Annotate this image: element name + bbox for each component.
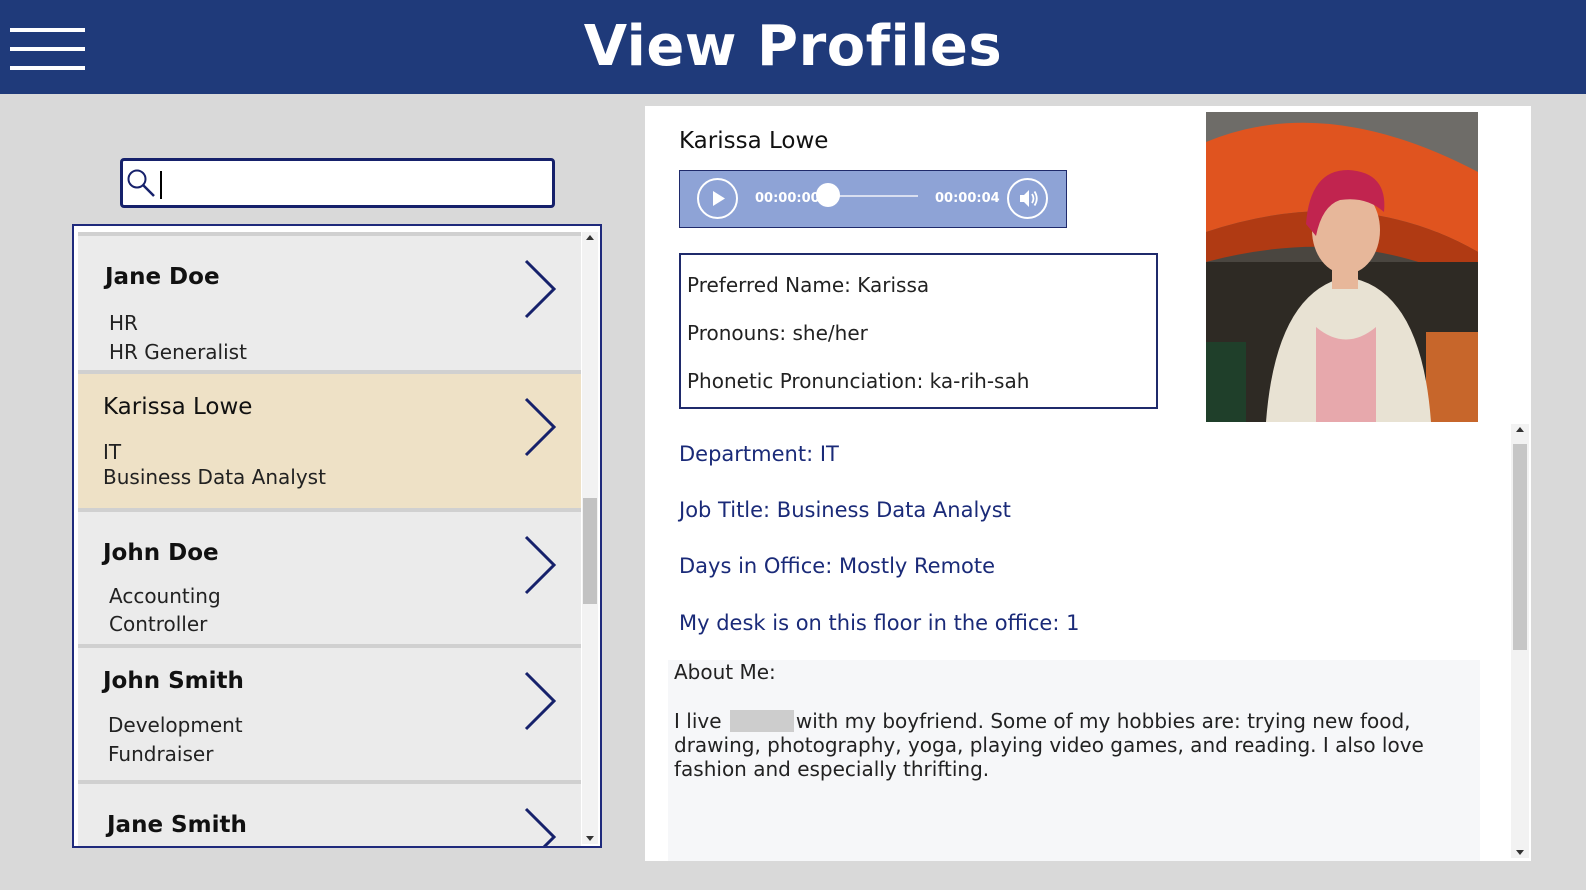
name-info-box: Preferred Name: Karissa Pronouns: she/he…: [679, 253, 1158, 409]
audio-current-time: 00:00:00: [755, 191, 820, 206]
desk-floor-field: My desk is on this floor in the office: …: [679, 611, 1080, 635]
list-item-job-title: Business Data Analyst: [103, 465, 326, 489]
profile-list[interactable]: Jane Doe HR HR Generalist Karissa Lowe I…: [72, 224, 602, 848]
search-icon: [127, 169, 155, 197]
about-me-text: I live with my boyfriend. Some of my hob…: [674, 709, 1464, 781]
detail-scrollbar[interactable]: [1511, 424, 1529, 858]
list-item-name: Jane Doe: [105, 264, 220, 290]
pronouns: Pronouns: she/her: [687, 321, 868, 345]
audio-seek-handle[interactable]: [816, 183, 840, 207]
scroll-up-icon[interactable]: [586, 235, 594, 240]
list-item-job-title: Fundraiser: [108, 742, 214, 766]
profile-name: Karissa Lowe: [679, 128, 829, 154]
list-item-jane-doe[interactable]: Jane Doe HR HR Generalist: [78, 232, 581, 370]
redacted-block: [729, 710, 794, 732]
list-item-department: Accounting: [109, 584, 221, 608]
volume-button[interactable]: [1007, 178, 1048, 219]
list-item-department: HR: [109, 311, 138, 335]
department-field: Department: IT: [679, 442, 839, 466]
page-title: View Profiles: [583, 14, 1003, 79]
list-item-name: Karissa Lowe: [103, 394, 253, 420]
search-input[interactable]: [120, 158, 555, 208]
about-me-box: About Me: I live with my boyfriend. Some…: [668, 660, 1480, 861]
profile-detail-panel: Karissa Lowe 00:00:00 00:00:04 Preferred…: [645, 106, 1531, 861]
speaker-icon: [1020, 190, 1038, 207]
preferred-name: Preferred Name: Karissa: [687, 273, 930, 297]
list-scrollbar-thumb[interactable]: [583, 498, 597, 604]
list-item-john-doe[interactable]: John Doe Accounting Controller: [78, 508, 581, 644]
list-item-department: IT: [103, 440, 122, 464]
list-item-job-title: Controller: [109, 612, 208, 636]
phonetic-pronunciation: Phonetic Pronunciation: ka-rih-sah: [687, 369, 1030, 393]
chevron-right-icon[interactable]: [522, 670, 558, 732]
list-item-jane-smith[interactable]: Jane Smith: [78, 780, 581, 848]
chevron-right-icon[interactable]: [522, 396, 558, 458]
about-me-heading: About Me:: [674, 660, 776, 684]
chevron-right-icon[interactable]: [522, 806, 558, 848]
list-item-department: Development: [108, 713, 243, 737]
scroll-down-icon[interactable]: [1516, 850, 1524, 855]
job-title-field: Job Title: Business Data Analyst: [679, 498, 1011, 522]
list-item-name: Jane Smith: [107, 812, 247, 838]
list-item-karissa-lowe[interactable]: Karissa Lowe IT Business Data Analyst: [78, 370, 581, 508]
profile-photo: [1206, 112, 1478, 422]
play-icon: [713, 191, 725, 206]
scroll-down-icon[interactable]: [586, 836, 594, 841]
list-item-name: John Smith: [103, 668, 244, 694]
play-button[interactable]: [697, 178, 738, 219]
list-item-job-title: HR Generalist: [109, 340, 247, 364]
list-scrollbar[interactable]: [582, 232, 598, 844]
scroll-up-icon[interactable]: [1516, 427, 1524, 432]
audio-duration: 00:00:04: [935, 191, 1000, 206]
chevron-right-icon[interactable]: [522, 534, 558, 596]
days-in-office-field: Days in Office: Mostly Remote: [679, 554, 996, 578]
audio-player: 00:00:00 00:00:04: [679, 170, 1067, 228]
text-cursor: [160, 171, 162, 199]
detail-scrollbar-thumb[interactable]: [1513, 444, 1527, 650]
app-header: View Profiles: [0, 0, 1586, 94]
list-item-john-smith[interactable]: John Smith Development Fundraiser: [78, 644, 581, 780]
about-me-text-start: I live: [674, 709, 722, 733]
chevron-right-icon[interactable]: [522, 258, 558, 320]
list-item-name: John Doe: [103, 540, 219, 566]
